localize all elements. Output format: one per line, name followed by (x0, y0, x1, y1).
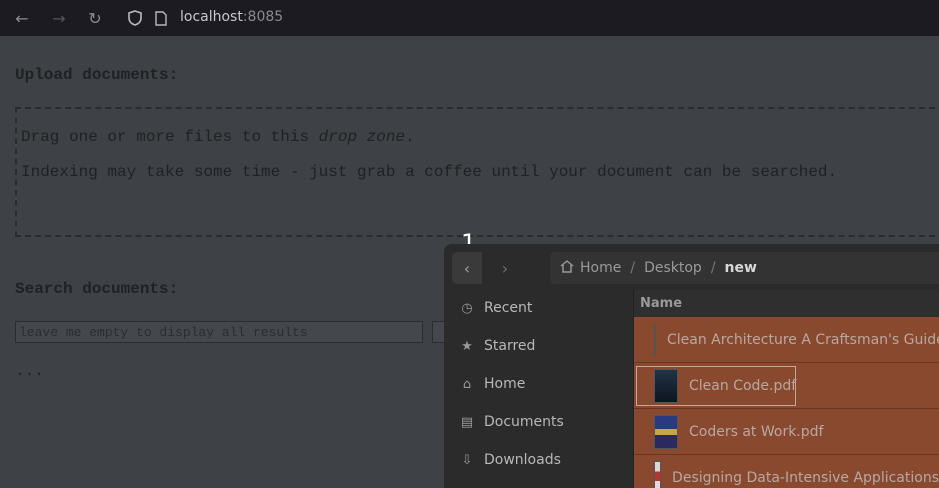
download-icon: ⇩ (461, 452, 473, 468)
results-text: ... (15, 362, 44, 380)
upload-heading: Upload documents: (15, 66, 179, 84)
drop-zone-text: Drag one or more files to this drop zone… (21, 128, 415, 146)
pdf-thumbnail-icon (654, 460, 662, 488)
file-row[interactable]: Coders at Work.pdf (634, 409, 939, 455)
search-input[interactable] (15, 321, 423, 343)
file-name: Clean Architecture A Craftsman's Guide (667, 331, 939, 348)
places-sidebar: ◷ Recent ★ Starred ⌂ Home ▤ Documents ⇩ … (444, 290, 634, 488)
file-row[interactable]: Clean Code.pdf (634, 363, 939, 409)
indexing-note: Indexing may take some time - just grab … (21, 163, 838, 181)
home-icon (560, 259, 574, 277)
document-icon: ▤ (460, 414, 474, 430)
sidebar-item-home[interactable]: ⌂ Home (458, 372, 525, 396)
reload-icon[interactable]: ↻ (84, 7, 106, 29)
clock-icon: ◷ (461, 300, 473, 316)
file-list: Name Clean Architecture A Craftsman's Gu… (634, 290, 939, 488)
breadcrumb: Home / Desktop / new (550, 252, 939, 284)
url-bar[interactable]: localhost:8085 (180, 9, 283, 25)
breadcrumb-home[interactable]: Home (580, 260, 621, 276)
page-icon (150, 7, 172, 29)
breadcrumb-new[interactable]: new (725, 260, 757, 276)
sidebar-item-documents[interactable]: ▤ Documents (458, 410, 564, 434)
back-arrow-icon[interactable]: ← (11, 7, 33, 29)
focus-ring (636, 366, 796, 406)
pdf-thumbnail-icon (654, 322, 656, 357)
file-name: Designing Data-Intensive Applications (672, 469, 939, 486)
forward-chevron-icon[interactable]: › (490, 252, 520, 284)
search-heading: Search documents: (15, 280, 179, 298)
file-name: Coders at Work.pdf (689, 423, 824, 440)
breadcrumb-desktop[interactable]: Desktop (644, 260, 702, 276)
url-host: localhost (180, 9, 243, 25)
drop-zone[interactable]: Drag one or more files to this drop zone… (15, 107, 939, 237)
star-icon: ★ (461, 338, 473, 354)
forward-arrow-icon[interactable]: → (48, 7, 70, 29)
file-chooser-dialog: ‹ › Home / Desktop / new ◷ Recent ★ Star… (444, 244, 939, 488)
file-row[interactable]: Designing Data-Intensive Applications (634, 455, 939, 488)
column-header-name[interactable]: Name (640, 296, 682, 311)
back-chevron-icon[interactable]: ‹ (452, 252, 482, 284)
shield-icon[interactable] (124, 7, 146, 29)
file-row[interactable]: Clean Architecture A Craftsman's Guide (634, 317, 939, 363)
home-icon: ⌂ (462, 376, 472, 392)
sidebar-item-starred[interactable]: ★ Starred (458, 334, 535, 358)
browser-toolbar: ← → ↻ localhost:8085 (0, 0, 939, 36)
pdf-thumbnail-icon (654, 414, 678, 449)
url-port: :8085 (242, 9, 284, 25)
dialog-header: ‹ › Home / Desktop / new (444, 244, 939, 290)
sidebar-item-downloads[interactable]: ⇩ Downloads (458, 448, 561, 472)
sidebar-item-recent[interactable]: ◷ Recent (458, 296, 532, 320)
